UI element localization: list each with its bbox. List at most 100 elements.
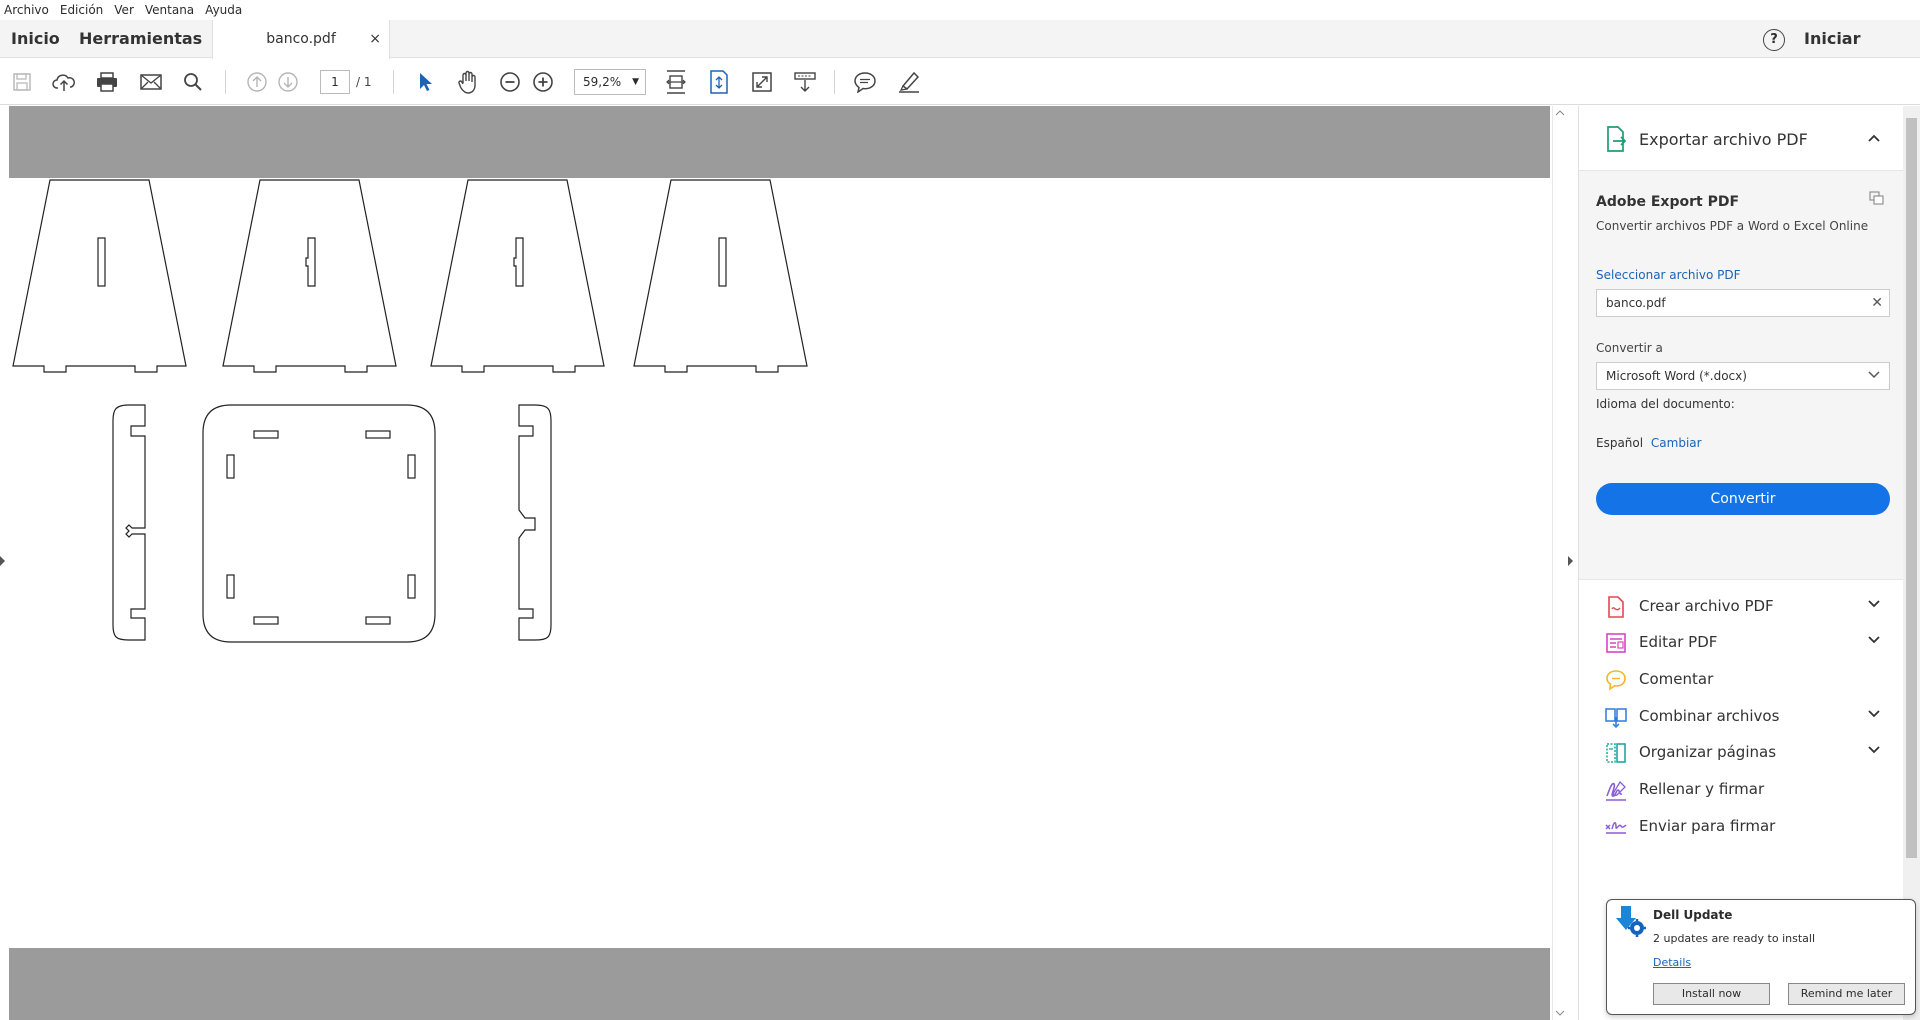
menu-edicion[interactable]: Edición — [60, 3, 103, 17]
convert-to-label: Convertir a — [1596, 341, 1663, 355]
tool-label: Editar PDF — [1639, 633, 1718, 651]
tool-send-sign[interactable]: Enviar para firmar — [1579, 809, 1904, 845]
print-icon[interactable] — [95, 70, 119, 94]
zoom-value: 59,2% — [583, 75, 622, 89]
notification-details-link[interactable]: Details — [1653, 956, 1691, 969]
selected-file-name: banco.pdf — [1606, 296, 1666, 310]
tool-comment[interactable]: Comentar — [1579, 662, 1904, 698]
zoom-in-icon[interactable] — [531, 70, 555, 94]
select-arrow-icon[interactable] — [413, 70, 437, 94]
dell-update-icon — [1616, 906, 1646, 937]
tool-label: Organizar páginas — [1639, 743, 1777, 761]
signin-link[interactable]: Iniciar sesión — [1804, 20, 1920, 86]
email-icon[interactable] — [139, 70, 163, 94]
panel-scrollbar-thumb[interactable] — [1906, 118, 1917, 858]
viewer-background-top — [9, 106, 1550, 178]
search-icon[interactable] — [181, 70, 205, 94]
tool-edit-pdf[interactable]: Editar PDF — [1579, 625, 1904, 661]
cloud-upload-icon[interactable] — [52, 70, 76, 94]
language-value: Español — [1596, 436, 1644, 450]
menu-ayuda[interactable]: Ayuda — [205, 3, 242, 17]
comment-bubble-icon — [1606, 670, 1626, 691]
clear-file-icon[interactable]: ✕ — [1871, 290, 1883, 316]
tool-label: Rellenar y firmar — [1639, 780, 1765, 798]
highlight-pen-icon[interactable] — [897, 70, 921, 94]
tool-fill-sign[interactable]: Rellenar y firmar — [1579, 772, 1904, 808]
leg-panel-4 — [633, 179, 808, 373]
right-panel-toggle-icon[interactable] — [1568, 556, 1573, 566]
leg-panel-2 — [222, 179, 397, 373]
comment-icon[interactable] — [853, 70, 877, 94]
viewer-background-bottom — [9, 948, 1550, 1020]
page-down-icon[interactable] — [276, 70, 300, 94]
dell-update-notification: Dell Update 2 updates are ready to insta… — [1606, 899, 1916, 1015]
panel-scrollbar[interactable] — [1903, 106, 1920, 1020]
zoom-out-icon[interactable] — [498, 70, 522, 94]
document-scrollbar[interactable] — [1552, 106, 1566, 1020]
close-tab-icon[interactable]: × — [369, 20, 381, 58]
language-row: Español Cambiar — [1596, 436, 1702, 450]
tab-inicio[interactable]: Inicio — [11, 20, 60, 58]
toolbar-divider — [834, 70, 835, 94]
chevron-down-icon[interactable] — [1867, 705, 1881, 723]
page-up-icon[interactable] — [245, 70, 269, 94]
change-language-link[interactable]: Cambiar — [1651, 436, 1702, 450]
hand-icon[interactable] — [456, 70, 480, 94]
page-number-input[interactable]: 1 — [320, 70, 350, 94]
adobe-export-heading: Adobe Export PDF — [1596, 194, 1740, 210]
toolbar-divider — [393, 70, 394, 94]
export-pdf-header[interactable]: Exportar archivo PDF — [1579, 106, 1904, 166]
pdf-page — [9, 178, 1550, 948]
side-brace-left — [112, 404, 146, 641]
convert-format-select[interactable]: Microsoft Word (*.docx) — [1596, 362, 1890, 390]
select-file-link[interactable]: Seleccionar archivo PDF — [1596, 268, 1741, 282]
menu-ver[interactable]: Ver — [114, 3, 134, 17]
remind-later-button[interactable]: Remind me later — [1788, 983, 1905, 1005]
convert-button[interactable]: Convertir — [1596, 483, 1890, 515]
tool-combine-files[interactable]: Combinar archivos — [1579, 699, 1904, 735]
scrollbar-arrows — [1555, 110, 1565, 1016]
full-screen-icon[interactable] — [750, 70, 774, 94]
tool-label: Comentar — [1639, 670, 1714, 688]
fit-width-icon[interactable] — [664, 70, 688, 94]
tool-create-pdf[interactable]: Crear archivo PDF — [1579, 589, 1904, 625]
page-total: / 1 — [356, 75, 372, 89]
export-pdf-section: Adobe Export PDF Convertir archivos PDF … — [1579, 170, 1904, 580]
tool-label: Enviar para firmar — [1639, 817, 1776, 835]
left-panel-toggle-icon[interactable] — [0, 556, 5, 566]
tool-organize-pages[interactable]: Organizar páginas — [1579, 735, 1904, 771]
tab-document[interactable]: banco.pdf × — [212, 20, 390, 59]
zoom-select[interactable]: 59,2% ▼ — [574, 69, 646, 95]
convert-format-value: Microsoft Word (*.docx) — [1606, 369, 1747, 383]
tools-pane: Exportar archivo PDF Adobe Export PDF Co… — [1578, 106, 1904, 1020]
language-label: Idioma del documento: — [1596, 397, 1735, 411]
toolbar: 1 / 1 59,2% ▼ — [0, 59, 1920, 105]
leg-panel-1 — [12, 179, 187, 373]
chevron-up-icon[interactable] — [1867, 128, 1881, 147]
menu-archivo[interactable]: Archivo — [4, 3, 49, 17]
side-brace-right — [518, 404, 552, 641]
menu-ventana[interactable]: Ventana — [145, 3, 194, 17]
chevron-down-icon[interactable] — [1867, 631, 1881, 649]
toolbar-divider — [225, 70, 226, 94]
install-now-button[interactable]: Install now — [1653, 983, 1770, 1005]
fit-page-icon[interactable] — [707, 70, 731, 94]
notification-message: 2 updates are ready to install — [1653, 932, 1816, 945]
fill-sign-icon — [1606, 780, 1626, 801]
cut-pattern-drawing — [12, 179, 808, 643]
save-icon[interactable] — [10, 70, 34, 94]
help-icon[interactable]: ? — [1763, 29, 1785, 51]
selected-file-field[interactable]: banco.pdf ✕ — [1596, 289, 1890, 317]
copy-icon[interactable] — [1869, 191, 1885, 209]
read-mode-icon[interactable] — [793, 70, 817, 94]
send-sign-icon — [1605, 822, 1627, 834]
menu-bar: Archivo Edición Ver Ventana Ayuda — [0, 0, 1920, 20]
chevron-down-icon[interactable] — [1867, 595, 1881, 613]
chevron-down-icon[interactable] — [1867, 741, 1881, 759]
acrobat-window: Archivo Edición Ver Ventana Ayuda Inicio… — [0, 0, 1920, 1020]
document-viewer[interactable] — [0, 106, 1575, 1020]
tab-herramientas[interactable]: Herramientas — [79, 20, 202, 58]
chevron-down-icon: ▼ — [632, 77, 639, 87]
combine-files-icon — [1605, 708, 1627, 729]
leg-panel-3 — [430, 179, 605, 373]
